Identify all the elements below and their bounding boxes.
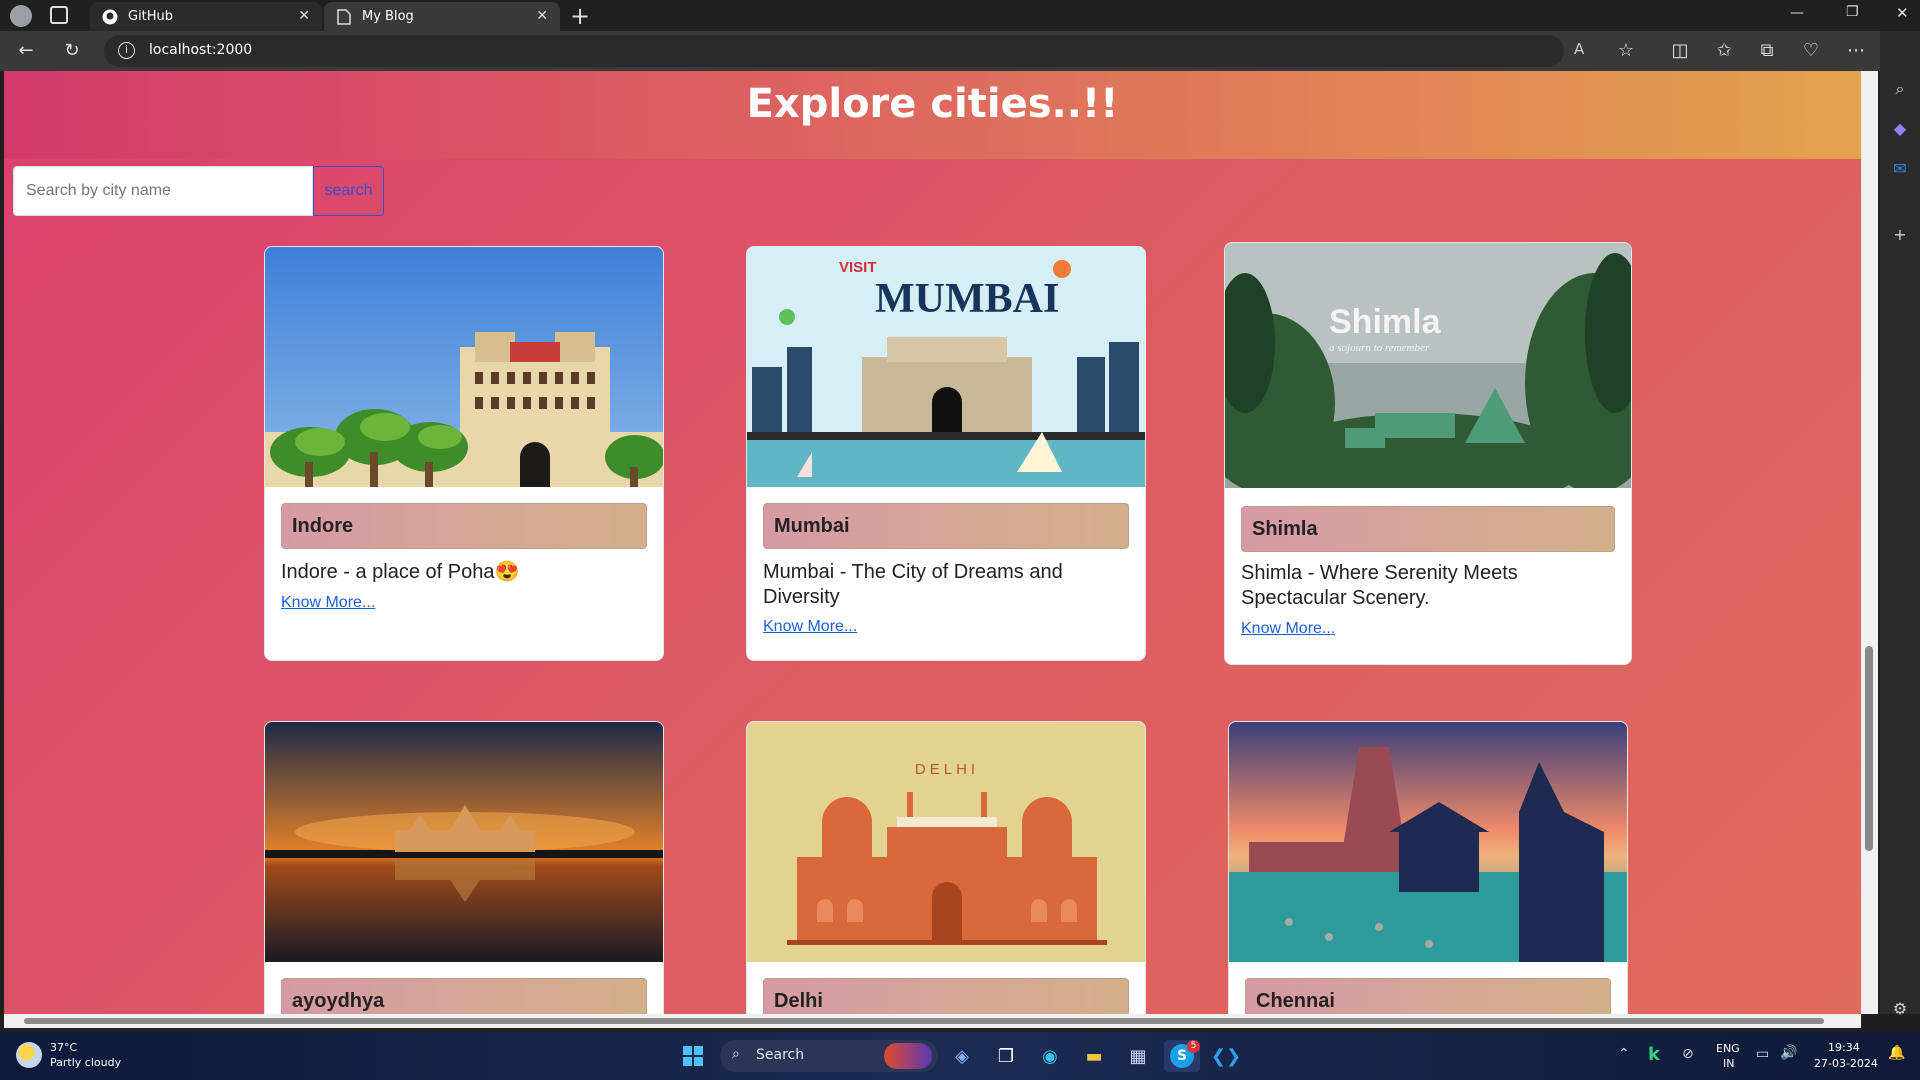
close-tab-icon[interactable]: ✕ — [298, 8, 310, 24]
restore-icon[interactable]: ❐ — [1846, 4, 1859, 20]
search-highlight-icon — [884, 1043, 932, 1069]
new-tab-icon[interactable]: + — [566, 2, 594, 30]
city-name: Indore — [281, 503, 647, 549]
city-card: DELHI Delhi — [746, 721, 1146, 1014]
city-image — [1229, 722, 1627, 962]
city-name: Chennai — [1245, 978, 1611, 1014]
tab-strip: GitHub ✕ My Blog ✕ + — ❐ ✕ — [0, 0, 1920, 31]
language-line1[interactable]: ENG — [1716, 1042, 1740, 1055]
tab-github[interactable]: GitHub ✕ — [90, 2, 322, 31]
health-icon[interactable]: ♡ — [1795, 35, 1827, 67]
city-description: Indore - a place of Poha😍 — [281, 561, 520, 583]
file-explorer-icon[interactable]: ▬ — [1076, 1040, 1112, 1072]
city-description: Shimla - Where Serenity Meets Spectacula… — [1241, 562, 1518, 609]
know-more-link[interactable]: Know More... — [281, 594, 375, 612]
vscode-icon[interactable]: ❮❯ — [1208, 1040, 1244, 1072]
weather-condition: Partly cloudy — [50, 1056, 122, 1069]
notifications-bell-icon[interactable]: 🔔 — [1888, 1045, 1905, 1061]
url-text: localhost:2000 — [149, 42, 253, 58]
store-icon[interactable]: ▦ — [1120, 1040, 1156, 1072]
back-icon[interactable]: ← — [10, 35, 42, 67]
taskbar-search[interactable]: ⌕ Search — [720, 1040, 938, 1072]
delhi-label: DELHI — [915, 761, 979, 778]
city-image: Shimla a sojourn to remember — [1225, 243, 1631, 488]
minimize-icon[interactable]: — — [1790, 5, 1804, 21]
address-bar[interactable]: i localhost:2000 A — [104, 35, 1584, 67]
notification-badge: 5 — [1187, 1040, 1200, 1053]
favorite-star-icon[interactable]: ☆ — [1610, 35, 1642, 67]
search-input[interactable] — [13, 166, 313, 216]
settings-icon[interactable]: ⚙ — [1888, 997, 1912, 1021]
city-card: VISIT MUMBAI Mumbai Mumbai - The City of… — [746, 246, 1146, 661]
weather-temp: 37°C — [50, 1041, 78, 1054]
clock-time[interactable]: 19:34 — [1828, 1041, 1860, 1054]
city-image: DELHI — [747, 722, 1145, 962]
skype-icon[interactable]: S 5 — [1164, 1040, 1200, 1072]
weather-icon[interactable] — [16, 1042, 42, 1068]
city-description: Mumbai - The City of Dreams and Diversit… — [763, 561, 1063, 608]
search-icon[interactable]: ⌕ — [1888, 77, 1912, 101]
city-image — [265, 247, 663, 487]
copilot-taskbar-icon[interactable]: ◈ — [944, 1040, 980, 1072]
start-icon[interactable] — [675, 1040, 711, 1072]
search-icon: ⌕ — [732, 1046, 740, 1062]
city-image: VISIT MUMBAI — [747, 247, 1145, 487]
city-name: ayoydhya — [281, 978, 647, 1014]
taskbar: 37°C Partly cloudy ⌕ Search ◈ ❐ ◉ ▬ ▦ S … — [0, 1032, 1920, 1080]
vertical-scrollbar[interactable] — [1861, 71, 1878, 1014]
web-page: Explore cities..!! search Indore Indore … — [4, 71, 1861, 1014]
taskbar-search-label: Search — [756, 1047, 805, 1063]
city-card: Shimla a sojourn to remember Shimla Shim… — [1224, 242, 1632, 665]
outlook-icon[interactable]: ✉ — [1888, 157, 1912, 181]
more-menu-icon[interactable]: ⋯ — [1840, 35, 1872, 67]
scroll-thumb[interactable] — [1865, 646, 1873, 851]
split-screen-icon[interactable]: ◫ — [1664, 35, 1696, 67]
city-card: Chennai — [1228, 721, 1628, 1014]
read-aloud-icon[interactable]: A — [1574, 40, 1584, 58]
display-icon[interactable]: ▭ — [1756, 1046, 1769, 1062]
copilot-app-icon[interactable]: ◆ — [1888, 117, 1912, 141]
k-app-icon[interactable]: k — [1648, 1044, 1660, 1065]
task-view-icon[interactable]: ❐ — [988, 1040, 1024, 1072]
visit-label: VISIT — [839, 259, 877, 276]
city-name: Shimla — [1241, 506, 1615, 552]
edge-icon[interactable]: ◉ — [1032, 1040, 1068, 1072]
favorites-icon[interactable]: ✩ — [1708, 35, 1740, 67]
profile-avatar[interactable] — [10, 5, 32, 27]
site-info-icon[interactable]: i — [118, 42, 135, 59]
tab-title: GitHub — [128, 9, 174, 24]
page-icon — [336, 8, 352, 25]
address-row: ← ↻ i localhost:2000 A ☆ ◫ ✩ ⧉ ♡ ⋯ — [0, 31, 1920, 71]
collections-icon[interactable]: ⧉ — [1751, 35, 1783, 67]
shimla-tagline: a sojourn to remember — [1329, 342, 1430, 354]
volume-icon[interactable]: 🔊 — [1780, 1045, 1797, 1061]
scroll-thumb[interactable] — [24, 1018, 1824, 1024]
tab-title: My Blog — [362, 9, 414, 24]
horizontal-scrollbar[interactable] — [4, 1014, 1861, 1028]
hero-banner: Explore cities..!! — [4, 71, 1861, 159]
tab-actions-icon[interactable] — [50, 6, 68, 24]
mumbai-label: MUMBAI — [875, 276, 1059, 322]
know-more-link[interactable]: Know More... — [763, 618, 857, 636]
clock-date[interactable]: 27-03-2024 — [1814, 1057, 1878, 1070]
add-icon[interactable]: + — [1888, 223, 1912, 247]
close-tab-icon[interactable]: ✕ — [536, 8, 548, 24]
refresh-icon[interactable]: ↻ — [56, 35, 88, 67]
search-button[interactable]: search — [313, 166, 384, 216]
city-name: Delhi — [763, 978, 1129, 1014]
browser-sidebar: ⌕ ◆ ✉ + ⚙ — [1880, 31, 1920, 1018]
close-window-icon[interactable]: ✕ — [1896, 4, 1909, 22]
know-more-link[interactable]: Know More... — [1241, 620, 1335, 638]
show-hidden-icons[interactable]: ⌃ — [1618, 1046, 1630, 1062]
city-card: Indore Indore - a place of Poha😍 Know Mo… — [264, 246, 664, 661]
language-line2[interactable]: IN — [1723, 1057, 1734, 1070]
city-name: Mumbai — [763, 503, 1129, 549]
city-card: ayoydhya — [264, 721, 664, 1014]
shimla-label: Shimla — [1329, 303, 1442, 341]
github-icon — [102, 9, 118, 25]
city-image — [265, 722, 663, 962]
tab-my-blog[interactable]: My Blog ✕ — [324, 2, 560, 31]
page-title: Explore cities..!! — [746, 81, 1119, 127]
network-off-icon[interactable]: ⊘ — [1682, 1046, 1694, 1062]
